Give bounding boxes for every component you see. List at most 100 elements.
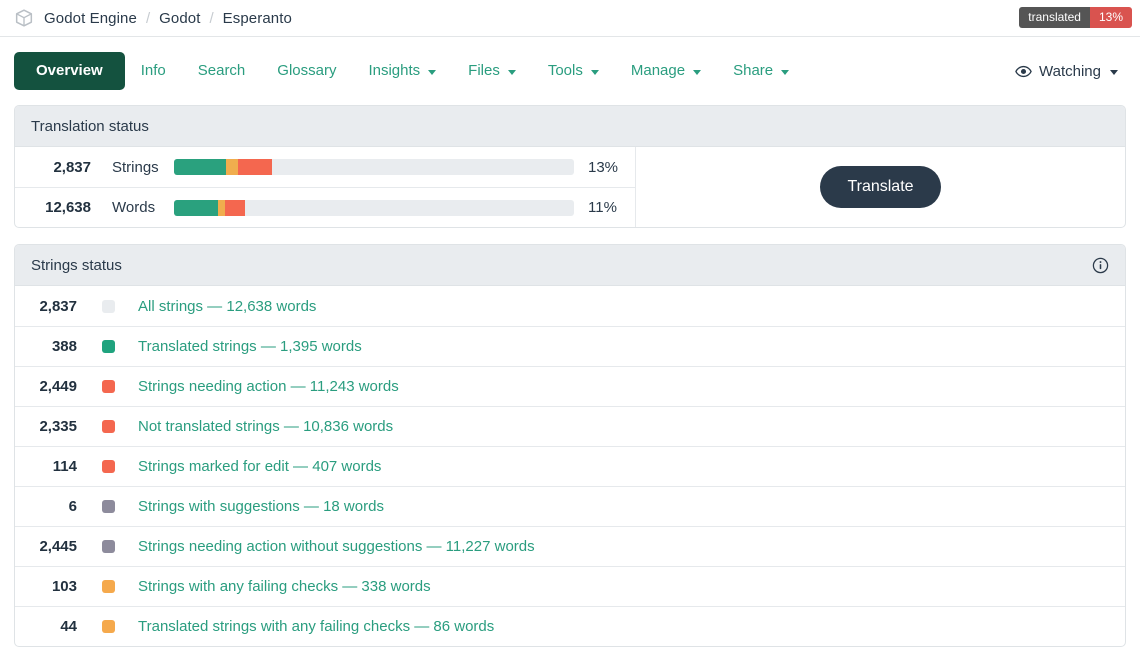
row-count: 114 (29, 458, 77, 475)
tab-overview[interactable]: Overview (14, 52, 125, 90)
breadcrumb-item-language[interactable]: Esperanto (223, 10, 292, 27)
row-count: 2,837 (29, 298, 77, 315)
tab-label: Share (733, 52, 773, 90)
strings-status-row: 2,445 Strings needing action without sug… (15, 526, 1125, 566)
strings-status-panel: Strings status 2,837 All strings — 12,63… (14, 244, 1126, 647)
strings-count: 2,837 (29, 159, 91, 176)
row-count: 103 (29, 578, 77, 595)
tab-files[interactable]: Files (452, 52, 532, 90)
panel-title: Strings status (31, 257, 122, 274)
row-count: 2,445 (29, 538, 77, 555)
tab-label: Info (141, 52, 166, 90)
progress-segment-translated (174, 200, 218, 216)
chevron-down-icon (508, 70, 516, 75)
strings-status-header: Strings status (15, 245, 1125, 286)
words-label: Words (112, 199, 174, 216)
tab-share[interactable]: Share (717, 52, 805, 90)
chevron-down-icon (428, 70, 436, 75)
tab-label: Glossary (277, 52, 336, 90)
chevron-down-icon (1110, 70, 1118, 75)
translation-status-rows: 2,837 Strings 13% 12,638 Words 11% (15, 147, 635, 227)
row-count: 2,335 (29, 418, 77, 435)
translation-status-row-words: 12,638 Words 11% (15, 187, 635, 227)
translate-button[interactable]: Translate (820, 166, 940, 208)
translate-action-area: Translate (635, 147, 1125, 227)
progress-segment-failing (225, 200, 245, 216)
strings-status-row: 44 Translated strings with any failing c… (15, 606, 1125, 646)
chevron-down-icon (781, 70, 789, 75)
status-color-swatch (102, 340, 115, 353)
translation-status-panel: Translation status 2,837 Strings 13% 12,… (14, 105, 1126, 228)
row-link[interactable]: Translated strings — 1,395 words (138, 338, 362, 355)
watching-dropdown[interactable]: Watching (1015, 63, 1126, 80)
strings-label: Strings (112, 159, 174, 176)
status-color-swatch (102, 540, 115, 553)
strings-status-row: 6 Strings with suggestions — 18 words (15, 486, 1125, 526)
translation-status-body: 2,837 Strings 13% 12,638 Words 11% (15, 147, 1125, 227)
strings-status-row: 2,837 All strings — 12,638 words (15, 286, 1125, 326)
translation-status-badge[interactable]: translated 13% (1019, 7, 1132, 28)
badge-label: translated (1019, 7, 1090, 28)
translation-status-row-strings: 2,837 Strings 13% (15, 147, 635, 187)
panel-title: Translation status (31, 118, 149, 135)
breadcrumb: Godot Engine / Godot / Esperanto (14, 8, 292, 28)
row-link[interactable]: Strings with any failing checks — 338 wo… (138, 578, 431, 595)
strings-status-row: 2,335 Not translated strings — 10,836 wo… (15, 406, 1125, 446)
tab-insights[interactable]: Insights (352, 52, 452, 90)
row-count: 6 (29, 498, 77, 515)
cube-icon (14, 8, 34, 28)
tab-label: Manage (631, 52, 685, 90)
tab-info[interactable]: Info (125, 52, 182, 90)
words-count: 12,638 (29, 199, 91, 216)
status-color-swatch (102, 580, 115, 593)
breadcrumb-separator: / (209, 10, 213, 27)
info-circle-icon[interactable] (1092, 257, 1109, 274)
row-count: 2,449 (29, 378, 77, 395)
tab-label: Insights (368, 52, 420, 90)
breadcrumb-item-project[interactable]: Godot Engine (44, 10, 137, 27)
row-link[interactable]: Strings marked for edit — 407 words (138, 458, 381, 475)
status-color-swatch (102, 620, 115, 633)
chevron-down-icon (693, 70, 701, 75)
tab-search[interactable]: Search (182, 52, 262, 90)
status-color-swatch (102, 500, 115, 513)
badge-percent: 13% (1090, 7, 1132, 28)
tab-label: Overview (36, 52, 103, 90)
strings-status-row: 114 Strings marked for edit — 407 words (15, 446, 1125, 486)
progress-segment-needs-edit (226, 159, 238, 175)
tab-tools[interactable]: Tools (532, 52, 615, 90)
tab-label: Files (468, 52, 500, 90)
row-link[interactable]: Not translated strings — 10,836 words (138, 418, 393, 435)
tab-manage[interactable]: Manage (615, 52, 717, 90)
strings-progress-bar (174, 159, 574, 175)
watching-label: Watching (1039, 63, 1101, 80)
row-count: 388 (29, 338, 77, 355)
progress-segment-failing (238, 159, 272, 175)
row-link[interactable]: All strings — 12,638 words (138, 298, 316, 315)
strings-status-row: 2,449 Strings needing action — 11,243 wo… (15, 366, 1125, 406)
words-progress-bar (174, 200, 574, 216)
top-header-bar: Godot Engine / Godot / Esperanto transla… (0, 0, 1140, 37)
breadcrumb-separator: / (146, 10, 150, 27)
row-link[interactable]: Translated strings with any failing chec… (138, 618, 494, 635)
main-navigation: Overview Info Search Glossary Insights F… (0, 37, 1140, 105)
row-link[interactable]: Strings with suggestions — 18 words (138, 498, 384, 515)
row-link[interactable]: Strings needing action without suggestio… (138, 538, 535, 555)
status-color-swatch (102, 420, 115, 433)
tab-label: Search (198, 52, 246, 90)
tab-glossary[interactable]: Glossary (261, 52, 352, 90)
status-color-swatch (102, 300, 115, 313)
tab-label: Tools (548, 52, 583, 90)
eye-icon (1015, 63, 1032, 80)
progress-segment-translated (174, 159, 226, 175)
row-count: 44 (29, 618, 77, 635)
strings-percent: 13% (588, 159, 618, 176)
chevron-down-icon (591, 70, 599, 75)
breadcrumb-item-component[interactable]: Godot (159, 10, 200, 27)
translation-status-header: Translation status (15, 106, 1125, 147)
status-color-swatch (102, 460, 115, 473)
words-percent: 11% (588, 199, 617, 216)
row-link[interactable]: Strings needing action — 11,243 words (138, 378, 399, 395)
strings-status-row: 388 Translated strings — 1,395 words (15, 326, 1125, 366)
strings-status-row: 103 Strings with any failing checks — 33… (15, 566, 1125, 606)
